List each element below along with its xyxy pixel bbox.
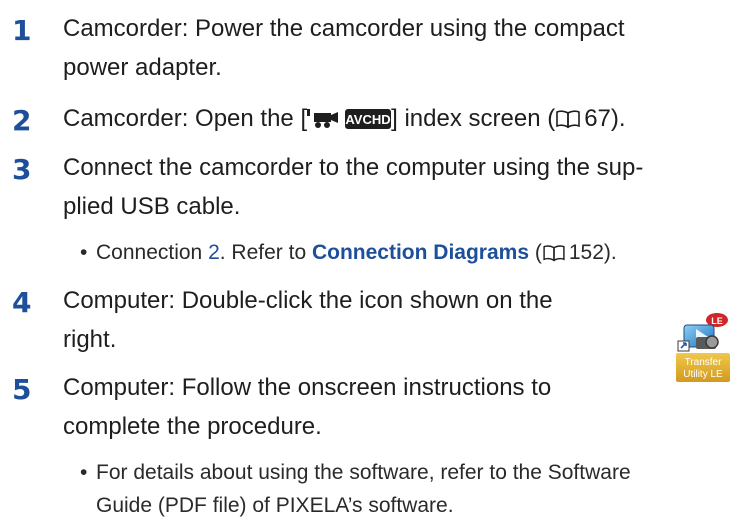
avchd-badge: AVCHD xyxy=(345,104,392,142)
step-number: 1 xyxy=(12,14,32,47)
bullet-text: ). xyxy=(603,241,617,264)
transfer-utility-icon[interactable]: LE Transfer Utility LE xyxy=(676,312,730,382)
book-icon xyxy=(542,239,566,272)
list-item: • Connection 2. Refer to Connection Diagr… xyxy=(80,236,617,272)
page-ref[interactable]: 152 xyxy=(569,241,604,264)
step-text-line: complete the procedure. xyxy=(63,413,322,440)
step-text: ] index screen ( xyxy=(391,105,556,132)
step-text-line: right. xyxy=(63,326,117,353)
bullet-text: Guide (PDF file) of PIXELA’s software. xyxy=(96,494,454,517)
list-item-continuation: Guide (PDF file) of PIXELA’s software. xyxy=(96,489,454,522)
step-number: 3 xyxy=(12,153,32,186)
step-number: 2 xyxy=(12,104,32,137)
bullet-text: Connection xyxy=(96,241,209,264)
page-ref[interactable]: 67 xyxy=(584,105,611,132)
step-text-line: Camcorder: Open the [ AVCHD ] index scre… xyxy=(63,100,626,142)
movie-camera-icon xyxy=(307,104,345,142)
bullet-dot: • xyxy=(80,241,88,264)
connection-diagrams-link[interactable]: Connection Diagrams xyxy=(312,241,529,264)
app-icon-label-line: Transfer xyxy=(685,357,723,368)
app-icon-label-line: Utility LE xyxy=(683,369,723,380)
step-number: 4 xyxy=(12,286,32,319)
avchd-badge-label: AVCHD xyxy=(345,112,390,127)
step-number: 5 xyxy=(12,373,32,406)
bullet-text: . Refer to xyxy=(219,241,312,264)
list-item: • For details about using the software, r… xyxy=(80,456,631,489)
connection-number: 2 xyxy=(208,241,220,264)
bullet-dot: • xyxy=(80,461,88,484)
book-icon xyxy=(555,103,581,141)
app-icon-badge: LE xyxy=(711,316,723,326)
step-text-line: Computer: Double-click the icon shown on… xyxy=(63,287,553,314)
step-text-line: power adapter. xyxy=(63,54,222,81)
step-text-line: plied USB cable. xyxy=(63,193,241,220)
step-text: Camcorder: Open the [ xyxy=(63,105,308,132)
step-text-line: Camcorder: Power the camcorder using the… xyxy=(63,15,625,42)
step-text: ). xyxy=(610,105,626,132)
step-text-line: Connect the camcorder to the computer us… xyxy=(63,154,644,181)
step-text-line: Computer: Follow the onscreen instructio… xyxy=(63,374,552,401)
bullet-text: ( xyxy=(529,241,542,264)
bullet-text: For details about using the software, re… xyxy=(96,461,631,484)
